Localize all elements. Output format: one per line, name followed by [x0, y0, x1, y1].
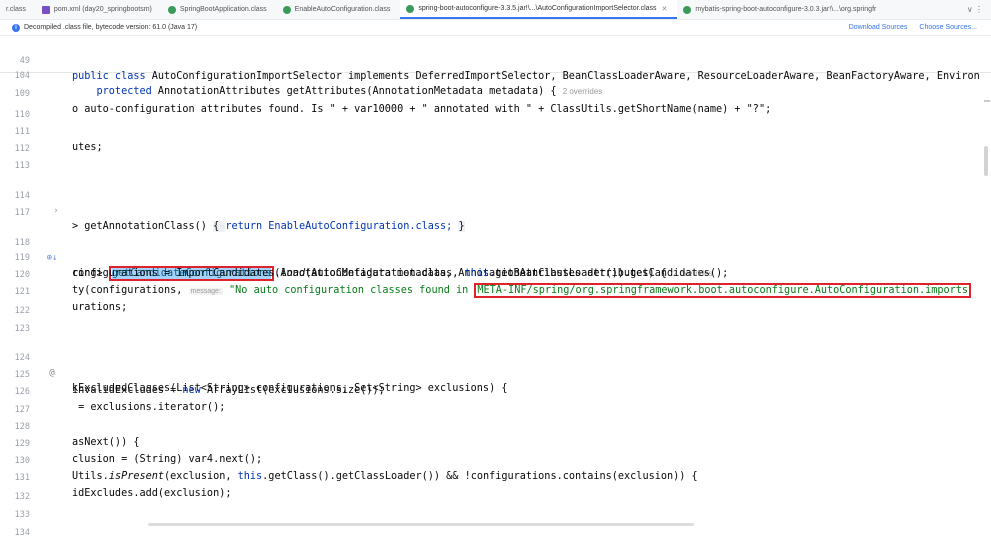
scrollbar-marker [984, 100, 990, 102]
code-line-128[interactable]: 128 asNext()) { [0, 405, 991, 448]
tab-overflow-menu[interactable]: ∨ ⋮ [959, 5, 991, 14]
banner-text: Decompiled .class file, bytecode version… [24, 24, 198, 31]
tab-pom-xml[interactable]: pom.xml (day20_springbootsm) [36, 0, 162, 19]
line-number: 123 [14, 324, 30, 334]
code-line-118[interactable]: 118 ⊕↓ ring> getCandidateConfigurations(… [0, 221, 991, 281]
code-line-121[interactable]: 121 urations; [0, 270, 991, 313]
code-text: implements DeferredImportSelector, BeanC… [341, 71, 980, 82]
sticky-scroll-header: 49 public class AutoConfigurationImportS… [0, 36, 991, 97]
tab-mybatis-autoconfigure[interactable]: mybatis-spring-boot-autoconfigure-3.0.3.… [677, 0, 886, 19]
code-line-114[interactable]: 114 › > getAnnotationClass() { return En… [0, 174, 991, 232]
line-number: 117 [14, 208, 30, 218]
line-number: 113 [14, 161, 30, 171]
vertical-scrollbar-thumb[interactable] [984, 146, 988, 176]
code-line-117[interactable]: 117 [0, 191, 991, 218]
code-class-name: AutoConfigurationImportSelector [151, 71, 342, 82]
code-line-122[interactable]: 122 [0, 289, 991, 316]
sticky-line-104[interactable]: 104 protected AnnotationAttributes getAt… [0, 54, 991, 97]
code-keyword: protected [72, 86, 158, 97]
sticky-line-49[interactable]: 49 public class AutoConfigurationImportS… [0, 39, 991, 82]
code-line-127[interactable]: 127 [0, 388, 991, 415]
tab-label: spring-boot-autoconfigure-3.3.5.jar!\...… [418, 5, 657, 12]
class-file-icon [406, 4, 415, 13]
code-line-119[interactable]: 119 configurations = ImportCandidates.lo… [0, 236, 991, 279]
code-line-130[interactable]: 130 Utils.isPresent(exclusion, this.getC… [0, 439, 991, 482]
close-icon[interactable]: ✕ [662, 5, 668, 13]
code-line-131[interactable]: 131 idExcludes.add(exclusion); [0, 456, 991, 499]
code-line-111[interactable]: 111 utes; [0, 110, 991, 153]
code-line-113[interactable]: 113 [0, 144, 991, 171]
line-number: 104 [14, 71, 30, 81]
code-editor[interactable]: 49 public class AutoConfigurationImportS… [0, 36, 991, 538]
tab-label: pom.xml (day20_springbootsm) [53, 6, 152, 13]
download-sources-link[interactable]: Download Sources [849, 24, 908, 31]
tab-r-class[interactable]: r.class [0, 0, 36, 19]
code-keyword: public class [72, 71, 152, 82]
overrides-hint[interactable]: 2 overrides [563, 87, 603, 96]
tab-label: mybatis-spring-boot-autoconfigure-3.0.3.… [695, 6, 877, 13]
class-file-icon [167, 5, 176, 14]
tab-springbootapplication[interactable]: SpringBootApplication.class [162, 0, 277, 19]
tab-label: EnableAutoConfiguration.class [294, 6, 391, 13]
code-line-124[interactable]: 124 @ kExcludedClasses(List<String> conf… [0, 336, 991, 394]
code-line-132[interactable]: 132 [0, 475, 991, 502]
fold-arrow-icon[interactable]: › [50, 204, 62, 219]
code-line-125[interactable]: 125 invalidExcludes = new ArrayList(excl… [0, 353, 991, 396]
decompiled-banner: i Decompiled .class file, bytecode versi… [0, 20, 991, 36]
code-line-133[interactable]: 133 [0, 493, 991, 520]
code-text: AnnotationAttributes getAttributes(Annot… [157, 86, 557, 97]
code-line-120[interactable]: 120 ty(configurations, message: "No auto… [0, 253, 991, 298]
code-line-126[interactable]: 126 = exclusions.iterator(); [0, 370, 991, 413]
choose-sources-link[interactable]: Choose Sources... [919, 24, 977, 31]
maven-file-icon [41, 5, 50, 14]
tab-label: r.class [6, 6, 26, 13]
tab-autoconfigurationimportselector[interactable]: spring-boot-autoconfigure-3.3.5.jar!\...… [400, 0, 678, 19]
code-line-129[interactable]: 129 clusion = (String) var4.next(); [0, 422, 991, 465]
line-number: 134 [14, 528, 30, 538]
info-icon: i [12, 23, 20, 32]
banner-links: Download Sources Choose Sources... [839, 24, 977, 31]
tab-label: SpringBootApplication.class [179, 6, 267, 13]
code-line-112[interactable]: 112 [0, 127, 991, 154]
code-line-123[interactable]: 123 [0, 307, 991, 334]
class-file-icon [683, 5, 692, 14]
horizontal-scrollbar-thumb[interactable] [148, 523, 694, 526]
editor-tab-bar: r.class pom.xml (day20_springbootsm) Spr… [0, 0, 991, 20]
class-file-icon [282, 5, 291, 14]
tab-enableautoconfiguration[interactable]: EnableAutoConfiguration.class [277, 0, 401, 19]
